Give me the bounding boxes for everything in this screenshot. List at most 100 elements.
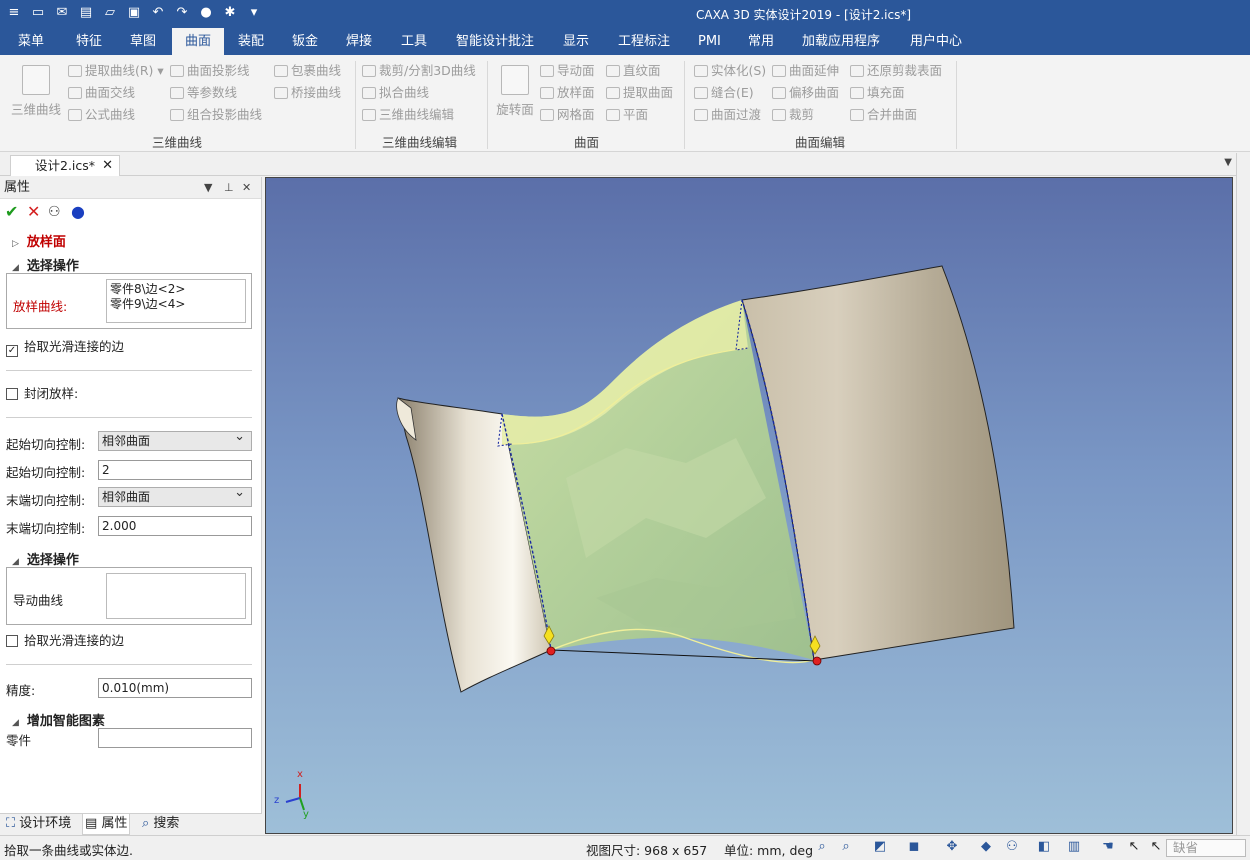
menu-tab-smart-annotation[interactable]: 智能设计批注: [452, 28, 538, 55]
combo-projection-button[interactable]: 组合投影曲线: [170, 105, 262, 125]
merge-surface-button[interactable]: 合并曲面: [850, 105, 917, 125]
new-drawing-icon[interactable]: ▤: [76, 3, 96, 23]
3d-curve-button[interactable]: 三维曲线: [8, 65, 64, 118]
close-icon[interactable]: ✕: [102, 156, 113, 176]
open-file-icon[interactable]: ▱: [100, 3, 120, 23]
save-icon[interactable]: ▣: [124, 3, 144, 23]
render-icon[interactable]: ●: [196, 3, 216, 23]
solidify-button[interactable]: 实体化(S): [694, 61, 766, 81]
section-smart-element[interactable]: ◢ 增加智能图素: [12, 710, 105, 729]
render-style-icon[interactable]: ◧: [1036, 839, 1052, 855]
tab-search[interactable]: ⌕ 搜索: [140, 814, 181, 835]
surface-projection-button[interactable]: 曲面投影线: [170, 61, 250, 81]
standard-view-icon[interactable]: ◼: [906, 839, 922, 855]
guide-surface-button[interactable]: 导动面: [540, 61, 595, 81]
ruled-surface-button[interactable]: 直纹面: [606, 61, 661, 81]
surface-intersect-button[interactable]: 曲面交线: [68, 83, 135, 103]
list-item[interactable]: 零件8\边<2>: [110, 282, 242, 297]
section-select-operation-2[interactable]: ◢ 选择操作: [12, 549, 79, 568]
undo-icon[interactable]: ↶: [148, 3, 168, 23]
trim-surface-button[interactable]: 裁剪: [772, 105, 814, 125]
end-tangent-mag-input[interactable]: 2.000: [98, 516, 252, 536]
plane-icon: [606, 109, 620, 121]
start-tangent-mag-input[interactable]: 2: [98, 460, 252, 480]
offset-surface-button[interactable]: 偏移曲面: [772, 83, 839, 103]
formula-curve-button[interactable]: 公式曲线: [68, 105, 135, 125]
iso-param-button[interactable]: 等参数线: [170, 83, 237, 103]
mesh-surface-button[interactable]: 网格面: [540, 105, 595, 125]
menu-tab-user-center[interactable]: 用户中心: [906, 28, 966, 55]
menu-tab-pmi[interactable]: PMI: [694, 28, 725, 55]
view-orient-icon[interactable]: ◩: [872, 839, 888, 855]
layer-icon[interactable]: ▥: [1066, 839, 1082, 855]
fit-curve-button[interactable]: 拟合曲线: [362, 83, 429, 103]
plane-button[interactable]: 平面: [606, 105, 648, 125]
pan-icon[interactable]: ✥: [944, 839, 960, 855]
surface-blend-button[interactable]: 曲面过渡: [694, 105, 761, 125]
section-view-icon[interactable]: ◆: [978, 839, 994, 855]
select-cursor-icon[interactable]: ↖: [1126, 839, 1142, 855]
zoom-icon[interactable]: ⌕: [838, 839, 854, 855]
extract-surface-button[interactable]: 提取曲面: [606, 83, 673, 103]
stitch-button[interactable]: 缝合(E): [694, 83, 754, 103]
tab-properties[interactable]: ▤ 属性: [82, 814, 131, 835]
new-file-icon[interactable]: ▭: [28, 3, 48, 23]
fill-surface-button[interactable]: 填充面: [850, 83, 905, 103]
trim-split-button[interactable]: 裁剪/分割3D曲线: [362, 61, 476, 81]
menu-tab-assembly[interactable]: 装配: [234, 28, 268, 55]
mode-select[interactable]: 缺省: [1166, 839, 1246, 857]
loft-curve-list[interactable]: 零件8\边<2> 零件9\边<4>: [106, 279, 246, 323]
menu-tab-common[interactable]: 常用: [744, 28, 778, 55]
menu-tab-sheetmetal[interactable]: 钣金: [288, 28, 322, 55]
glasses-icon[interactable]: ⚇: [1004, 839, 1020, 855]
smart-snap-icon[interactable]: ✱: [220, 3, 240, 23]
menu-tab-welding[interactable]: 焊接: [342, 28, 376, 55]
tab-design-env[interactable]: ⛶ 设计环境: [4, 814, 73, 835]
help-icon[interactable]: ●: [71, 203, 85, 221]
precision-input[interactable]: 0.010(mm): [98, 678, 252, 698]
customize-qa-icon[interactable]: ▾: [244, 3, 264, 23]
panel-menu-icon[interactable]: ▼: [204, 177, 212, 199]
bridge-curve-button[interactable]: 桥接曲线: [274, 83, 341, 103]
list-item[interactable]: 零件9\边<4>: [110, 297, 242, 312]
menu-tab-tools[interactable]: 工具: [397, 28, 431, 55]
3d-viewport[interactable]: x z y: [265, 177, 1233, 834]
close-icon[interactable]: ✕: [242, 177, 251, 199]
cancel-icon[interactable]: ✕: [27, 203, 40, 221]
extract-curve-button[interactable]: 提取曲线(R) ▾: [68, 61, 164, 81]
right-panel-strip[interactable]: [1236, 153, 1250, 835]
zoom-fit-icon[interactable]: ⌕: [814, 839, 830, 855]
closed-loft-checkbox[interactable]: 封闭放样:: [6, 383, 78, 402]
section-select-operation[interactable]: ◢ 选择操作: [12, 255, 79, 274]
restore-trim-button[interactable]: 还原剪裁表面: [850, 61, 942, 81]
start-tangent-label: 起始切向控制:: [6, 437, 86, 452]
pin-icon[interactable]: ⊥: [224, 177, 234, 199]
menu-tab-menu[interactable]: 菜单: [14, 28, 48, 55]
pick-filter-icon[interactable]: ↖: [1148, 839, 1164, 855]
loft-surface-button[interactable]: 放样面: [540, 83, 595, 103]
wrap-curve-button[interactable]: 包裹曲线: [274, 61, 341, 81]
menu-tab-features[interactable]: 特征: [72, 28, 106, 55]
document-tab[interactable]: 设计2.ics* ✕: [10, 155, 120, 176]
menu-tab-sketch[interactable]: 草图: [126, 28, 160, 55]
preview-icon[interactable]: ⚇: [48, 203, 61, 221]
menu-tab-load-apps[interactable]: 加载应用程序: [798, 28, 884, 55]
menu-tab-dimension[interactable]: 工程标注: [614, 28, 674, 55]
edit-3d-curve-button[interactable]: 三维曲线编辑: [362, 105, 454, 125]
confirm-icon[interactable]: ✔: [5, 203, 18, 221]
menu-tab-surface[interactable]: 曲面: [172, 28, 224, 55]
pick-smooth-checkbox[interactable]: ✓ 拾取光滑连接的边: [6, 336, 124, 357]
chevron-down-icon[interactable]: ▼: [1224, 157, 1232, 168]
surface-extend-button[interactable]: 曲面延伸: [772, 61, 839, 81]
menu-tab-display[interactable]: 显示: [559, 28, 593, 55]
app-menu-icon[interactable]: ≡: [4, 3, 24, 23]
part-input[interactable]: [98, 728, 252, 748]
hand-icon[interactable]: ☚: [1100, 839, 1116, 855]
pick-smooth-checkbox-2[interactable]: 拾取光滑连接的边: [6, 630, 124, 649]
start-tangent-select[interactable]: 相邻曲面: [98, 428, 252, 451]
guide-curve-list[interactable]: [106, 573, 246, 619]
end-tangent-select[interactable]: 相邻曲面: [98, 484, 252, 507]
new-design-icon[interactable]: ✉: [52, 3, 72, 23]
revolve-surface-button[interactable]: 旋转面: [494, 65, 536, 118]
redo-icon[interactable]: ↷: [172, 3, 192, 23]
